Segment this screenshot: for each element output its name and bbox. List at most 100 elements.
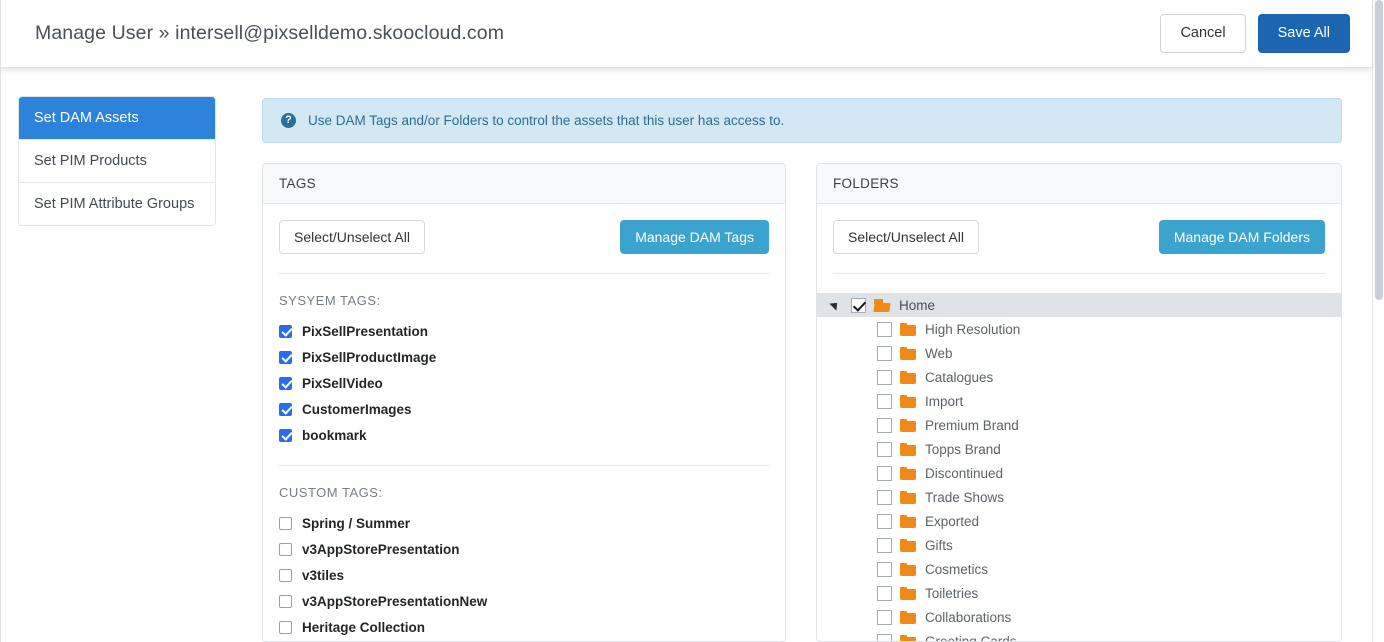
folder-checkbox-icon[interactable] (877, 585, 892, 601)
tag-row-customerimages[interactable]: CustomerImages (279, 396, 769, 422)
folder-checkbox-icon[interactable] (877, 609, 892, 625)
tag-row-pixsellproductimage[interactable]: PixSellProductImage (279, 344, 769, 370)
folder-row-import[interactable]: Import (833, 389, 1325, 413)
folder-checkbox-icon[interactable] (877, 369, 892, 385)
expand-collapse-triangle-icon[interactable] (827, 299, 843, 311)
tag-row-v3appstorepresentationnew[interactable]: v3AppStorePresentationNew (279, 588, 769, 614)
folder-tree: Home High Resolution Web Catalogues Impo… (817, 293, 1341, 641)
folder-icon (900, 394, 916, 408)
sidebar-item-set-pim-attribute-groups[interactable]: Set PIM Attribute Groups (19, 183, 215, 225)
checkbox-icon[interactable] (279, 568, 292, 582)
folder-icon (900, 586, 916, 600)
tag-label: CustomerImages (302, 401, 412, 417)
sidebar-item-label: Set PIM Products (34, 153, 147, 169)
tag-row-v3appstorepresentation[interactable]: v3AppStorePresentation (279, 536, 769, 562)
folder-row-web[interactable]: Web (833, 341, 1325, 365)
folder-label: Exported (925, 513, 980, 529)
cancel-button[interactable]: Cancel (1160, 14, 1246, 53)
folder-label: Topps Brand (925, 441, 1001, 457)
tag-label: v3tiles (302, 567, 345, 583)
folder-label: Cosmetics (925, 561, 989, 577)
tag-row-v3tiles[interactable]: v3tiles (279, 562, 769, 588)
checkbox-icon[interactable] (279, 620, 292, 634)
page-title: Manage User » intersell@pixselldemo.skoo… (35, 22, 505, 44)
folder-icon (900, 418, 916, 432)
sidebar-item-set-pim-products[interactable]: Set PIM Products (19, 140, 215, 183)
folder-icon (900, 322, 916, 336)
folder-label: Catalogues (925, 369, 994, 385)
sidebar-item-label: Set DAM Assets (34, 110, 139, 126)
folder-label: Discontinued (925, 465, 1004, 481)
tag-label: PixSellPresentation (302, 323, 429, 339)
tag-row-bookmark[interactable]: bookmark (279, 422, 769, 448)
folder-checkbox-icon[interactable] (877, 345, 892, 361)
folder-row-gifts[interactable]: Gifts (833, 533, 1325, 557)
folder-icon (900, 442, 916, 456)
folder-icon (900, 514, 916, 528)
folder-row-topps-brand[interactable]: Topps Brand (833, 437, 1325, 461)
folder-label: Gifts (925, 537, 953, 553)
folder-row-cosmetics[interactable]: Cosmetics (833, 557, 1325, 581)
sidebar-item-set-dam-assets[interactable]: Set DAM Assets (19, 97, 215, 140)
folder-checkbox-icon[interactable] (877, 441, 892, 457)
folder-row-toiletries[interactable]: Toiletries (833, 581, 1325, 605)
tags-divider-middle (279, 465, 769, 466)
tag-label: v3AppStorePresentationNew (302, 593, 488, 609)
tag-row-heritage-collection[interactable]: Heritage Collection (279, 614, 769, 640)
checkbox-icon[interactable] (279, 516, 292, 530)
tag-label: Heritage Collection (302, 619, 426, 635)
folder-row-trade-shows[interactable]: Trade Shows (833, 485, 1325, 509)
manage-dam-tags-button[interactable]: Manage DAM Tags (620, 220, 769, 254)
tags-divider-top (279, 273, 769, 274)
folder-checkbox-icon[interactable] (877, 417, 892, 433)
checkbox-icon[interactable] (279, 324, 292, 338)
tag-row-pixsellvideo[interactable]: PixSellVideo (279, 370, 769, 396)
folder-row-greeting-cards[interactable]: Greeting Cards (833, 629, 1325, 641)
tags-toolbar: Select/Unselect All Manage DAM Tags (279, 220, 769, 254)
folder-row-premium-brand[interactable]: Premium Brand (833, 413, 1325, 437)
folders-panel-title: FOLDERS (833, 176, 899, 191)
folder-row-collaborations[interactable]: Collaborations (833, 605, 1325, 629)
checkbox-icon[interactable] (279, 402, 292, 416)
folder-checkbox-icon[interactable] (877, 537, 892, 553)
tags-select-unselect-all-button[interactable]: Select/Unselect All (279, 220, 425, 254)
folder-label: Collaborations (925, 609, 1012, 625)
tag-label: v3AppStorePresentation (302, 541, 460, 557)
folder-checkbox-icon[interactable] (851, 297, 866, 313)
app-viewport: Manage User » intersell@pixselldemo.skoo… (0, 0, 1384, 642)
folder-icon (900, 634, 916, 641)
folder-checkbox-icon[interactable] (877, 465, 892, 481)
folder-label: Home (899, 297, 936, 313)
tag-row-spring-summer[interactable]: Spring / Summer (279, 510, 769, 536)
folder-label: Toiletries (925, 585, 979, 601)
folder-row-home[interactable]: Home (817, 293, 1341, 317)
folders-select-unselect-all-button[interactable]: Select/Unselect All (833, 220, 979, 254)
folder-checkbox-icon[interactable] (877, 321, 892, 337)
tag-label: PixSellVideo (302, 375, 383, 391)
checkbox-icon[interactable] (279, 542, 292, 556)
page-scrollbar[interactable] (1372, 0, 1384, 642)
manage-dam-folders-button[interactable]: Manage DAM Folders (1158, 220, 1325, 254)
checkbox-icon[interactable] (279, 376, 292, 390)
system-tags-group-label: SYSYEM TAGS: (279, 293, 381, 308)
page-scrollbar-thumb[interactable] (1375, 0, 1383, 300)
folder-checkbox-icon[interactable] (877, 489, 892, 505)
folder-open-icon (873, 298, 891, 312)
folder-checkbox-icon[interactable] (877, 633, 892, 641)
folder-row-discontinued[interactable]: Discontinued (833, 461, 1325, 485)
folder-row-exported[interactable]: Exported (833, 509, 1325, 533)
folder-row-catalogues[interactable]: Catalogues (833, 365, 1325, 389)
folders-panel: FOLDERS Select/Unselect All Manage DAM F… (816, 163, 1342, 642)
checkbox-icon[interactable] (279, 428, 292, 442)
checkbox-icon[interactable] (279, 350, 292, 364)
folder-checkbox-icon[interactable] (877, 561, 892, 577)
folder-checkbox-icon[interactable] (877, 513, 892, 529)
folder-icon (900, 610, 916, 624)
save-all-button[interactable]: Save All (1257, 14, 1350, 53)
tag-row-pixsellpresentation[interactable]: PixSellPresentation (279, 318, 769, 344)
folder-label: Import (925, 393, 964, 409)
folder-checkbox-icon[interactable] (877, 393, 892, 409)
sidebar-item-label: Set PIM Attribute Groups (34, 196, 195, 212)
folder-row-high-resolution[interactable]: High Resolution (833, 317, 1325, 341)
checkbox-icon[interactable] (279, 594, 292, 608)
